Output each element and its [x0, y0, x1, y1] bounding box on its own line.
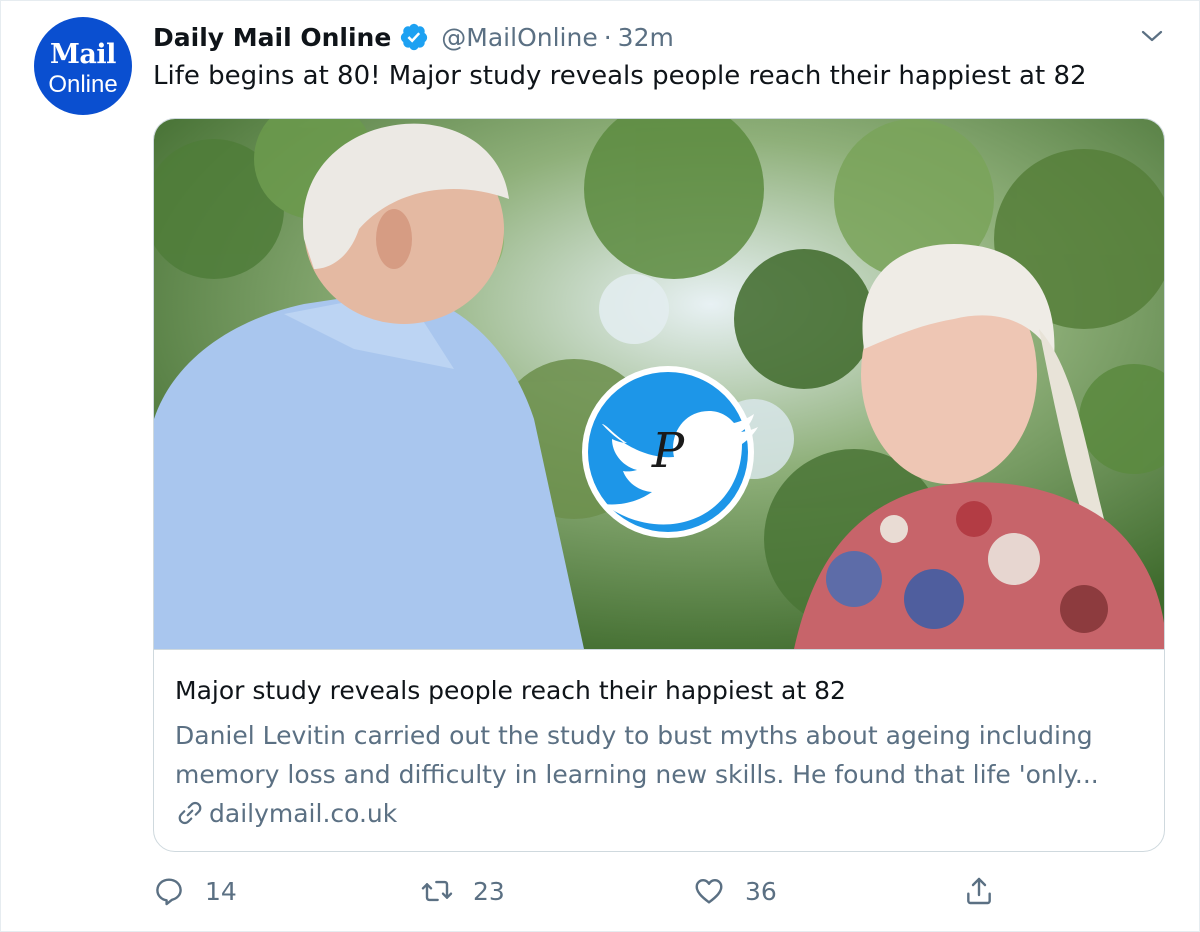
tweet-header: Daily Mail Online @MailOnline · 32m: [153, 19, 674, 55]
reply-icon: [156, 878, 182, 906]
retweet-icon: [421, 880, 453, 902]
card-domain[interactable]: dailymail.co.uk: [175, 798, 397, 828]
chevron-down-icon[interactable]: [1137, 21, 1167, 51]
separator-dot: ·: [603, 22, 612, 52]
card-image[interactable]: P: [154, 119, 1164, 649]
avatar-logo-line2: Online: [48, 71, 118, 98]
retweet-count: 23: [473, 876, 505, 906]
card-description: Daniel Levitin carried out the study to …: [175, 716, 1150, 794]
retweet-button[interactable]: 23: [421, 871, 505, 911]
action-bar: 14 23 36: [153, 871, 1033, 911]
avatar[interactable]: Mail Online: [34, 17, 132, 115]
reply-button[interactable]: 14: [153, 871, 237, 911]
card-domain-text: dailymail.co.uk: [209, 798, 398, 828]
card-description-line-1: Daniel Levitin carried out the study to …: [175, 721, 1093, 750]
card-description-line-2: memory loss and difficulty in learning n…: [175, 760, 1099, 789]
watermark-letter: P: [651, 423, 685, 479]
card-body[interactable]: Major study reveals people reach their h…: [154, 649, 1164, 851]
heart-icon: [695, 879, 723, 904]
card-title: Major study reveals people reach their h…: [175, 676, 846, 705]
verified-badge-icon: [399, 22, 429, 52]
handle[interactable]: @MailOnline: [441, 23, 597, 52]
share-button[interactable]: [963, 871, 995, 911]
timestamp[interactable]: 32m: [618, 23, 674, 52]
display-name[interactable]: Daily Mail Online: [153, 23, 391, 52]
share-icon: [967, 877, 991, 905]
like-button[interactable]: 36: [693, 871, 777, 911]
link-card[interactable]: P Major study reveals people reach their…: [153, 118, 1165, 852]
reply-count: 14: [205, 876, 237, 906]
card-photo: P: [154, 119, 1164, 649]
like-count: 36: [745, 876, 777, 906]
link-icon: [178, 801, 202, 825]
tweet-text: Life begins at 80! Major study reveals p…: [153, 61, 1087, 91]
tweet[interactable]: Mail Online Daily Mail Online @MailOnlin…: [0, 0, 1200, 932]
avatar-logo-line1: Mail: [50, 39, 116, 70]
